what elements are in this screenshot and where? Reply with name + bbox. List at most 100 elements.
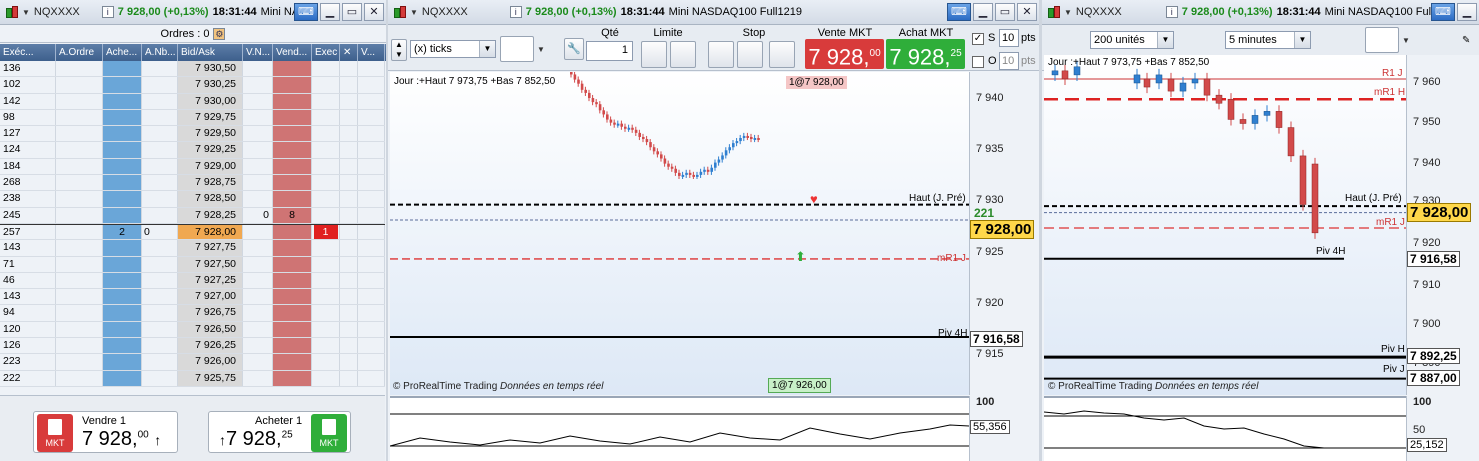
bid-count[interactable] (142, 142, 178, 158)
bid-count[interactable] (142, 305, 178, 321)
exec-cell[interactable] (312, 175, 340, 191)
exec-cell[interactable]: 1 (312, 224, 340, 240)
price-chart-5m[interactable]: Jour :+Haut 7 973,75 +Bas 7 852,50 R1 J … (1044, 55, 1406, 395)
ask-size[interactable] (273, 175, 312, 191)
dom-row[interactable]: 136 7 930,50 (0, 61, 385, 78)
v-cell[interactable] (358, 109, 385, 126)
exec-count[interactable]: 120 (0, 321, 56, 338)
s-checkbox[interactable]: ✓ (972, 33, 984, 45)
ask-count[interactable] (243, 305, 273, 321)
bid-size[interactable] (103, 191, 142, 207)
exec-cell[interactable] (312, 77, 340, 93)
exec-count[interactable]: 136 (0, 61, 56, 77)
aordre-cell[interactable] (56, 370, 103, 386)
bid-count[interactable] (142, 256, 178, 272)
price-level[interactable]: 7 926,25 (178, 338, 243, 354)
ask-size[interactable] (273, 93, 312, 109)
bid-size[interactable] (103, 109, 142, 126)
bid-count[interactable] (142, 158, 178, 175)
v-cell[interactable] (358, 272, 385, 289)
price-level[interactable]: 7 927,75 (178, 240, 243, 256)
v-cell[interactable] (358, 77, 385, 93)
dom-row[interactable]: 143 7 927,75 (0, 240, 385, 257)
ask-count[interactable] (243, 158, 273, 175)
dom-row[interactable]: 257 2 0 7 928,00 1 (0, 223, 385, 241)
ask-size[interactable] (273, 191, 312, 207)
exec-count[interactable]: 94 (0, 305, 56, 321)
keyboard-icon[interactable]: ⌨ (1431, 3, 1455, 21)
exec-cell[interactable] (312, 142, 340, 158)
col-vnb[interactable]: V.N... (243, 44, 273, 61)
oscillator-panel[interactable] (390, 396, 969, 461)
price-level[interactable]: 7 929,00 (178, 158, 243, 175)
bid-size[interactable] (103, 207, 142, 223)
v-cell[interactable] (358, 240, 385, 256)
oscillator-panel-5m[interactable] (1044, 396, 1406, 461)
indicators-icon[interactable] (500, 36, 534, 62)
dom-row[interactable]: 98 7 929,75 (0, 109, 385, 127)
ask-size[interactable] (273, 338, 312, 354)
aordre-cell[interactable] (56, 272, 103, 289)
col-bidask[interactable]: Bid/Ask (178, 44, 243, 61)
s-pts-input[interactable]: 10 (999, 29, 1019, 47)
ask-count[interactable] (243, 191, 273, 207)
buy-mkt-button[interactable]: 7 928,25 (886, 39, 965, 69)
dom-row[interactable]: 222 7 925,75 (0, 370, 385, 387)
blank-cell[interactable] (340, 126, 358, 142)
units-select[interactable]: 200 unités ▼ (1090, 31, 1174, 49)
col-execv[interactable]: Exec (312, 44, 340, 61)
ask-size[interactable] (273, 61, 312, 77)
bid-count[interactable] (142, 354, 178, 370)
bid-size[interactable] (103, 338, 142, 354)
blank-cell[interactable] (340, 240, 358, 256)
exec-count[interactable]: 257 (0, 224, 56, 240)
exec-cell[interactable] (312, 61, 340, 77)
exec-count[interactable]: 126 (0, 338, 56, 354)
ask-count[interactable] (243, 77, 273, 93)
buy-stop-button[interactable] (708, 41, 734, 68)
symbol[interactable]: NQXXXX (1076, 6, 1122, 18)
bid-count[interactable] (142, 338, 178, 354)
price-level[interactable]: 7 930,25 (178, 77, 243, 93)
blank-cell[interactable] (340, 224, 358, 240)
dom-row[interactable]: 245 7 928,25 0 8 (0, 207, 385, 224)
dom-row[interactable]: 142 7 930,00 (0, 93, 385, 110)
bid-count[interactable]: 0 (142, 224, 178, 240)
sell-mkt-button[interactable]: 7 928,00 (805, 39, 884, 69)
exec-count[interactable]: 245 (0, 207, 56, 223)
sell-stop-button[interactable] (737, 41, 763, 68)
blank-cell[interactable] (340, 175, 358, 191)
aordre-cell[interactable] (56, 240, 103, 256)
bid-size[interactable] (103, 354, 142, 370)
v-cell[interactable] (358, 338, 385, 354)
aordre-cell[interactable] (56, 142, 103, 158)
exec-cell[interactable] (312, 191, 340, 207)
info-icon[interactable]: i (509, 6, 522, 18)
bid-count[interactable] (142, 77, 178, 93)
bid-size[interactable] (103, 77, 142, 93)
ask-count[interactable] (243, 224, 273, 240)
aordre-cell[interactable] (56, 338, 103, 354)
price-axis-5m[interactable]: 7 960 7 950 7 940 7 930 7 920 7 910 7 90… (1406, 55, 1479, 395)
dom-row[interactable]: 120 7 926,50 (0, 321, 385, 339)
bid-count[interactable] (142, 175, 178, 191)
dom-row[interactable]: 238 7 928,50 (0, 191, 385, 208)
v-cell[interactable] (358, 93, 385, 109)
buy-market-button[interactable]: Acheter 1 ↑7 928,25 MKT (208, 411, 351, 453)
wrench-icon[interactable]: 🔧 (564, 38, 584, 60)
exec-cell[interactable] (312, 338, 340, 354)
price-level[interactable]: 7 927,25 (178, 272, 243, 289)
ask-count[interactable] (243, 142, 273, 158)
ask-size[interactable] (273, 354, 312, 370)
minimize-button[interactable]: ▁ (320, 3, 340, 21)
o-pts-input[interactable]: 10 (999, 52, 1019, 70)
ask-count[interactable] (243, 240, 273, 256)
ask-size[interactable] (273, 158, 312, 175)
minimize-button[interactable]: ▁ (973, 3, 993, 21)
dropdown-arrow-icon[interactable]: ▼ (410, 8, 418, 17)
exec-count[interactable]: 98 (0, 109, 56, 126)
aordre-cell[interactable] (56, 109, 103, 126)
aordre-cell[interactable] (56, 354, 103, 370)
maximize-button[interactable]: ▭ (342, 3, 362, 21)
blank-cell[interactable] (340, 191, 358, 207)
